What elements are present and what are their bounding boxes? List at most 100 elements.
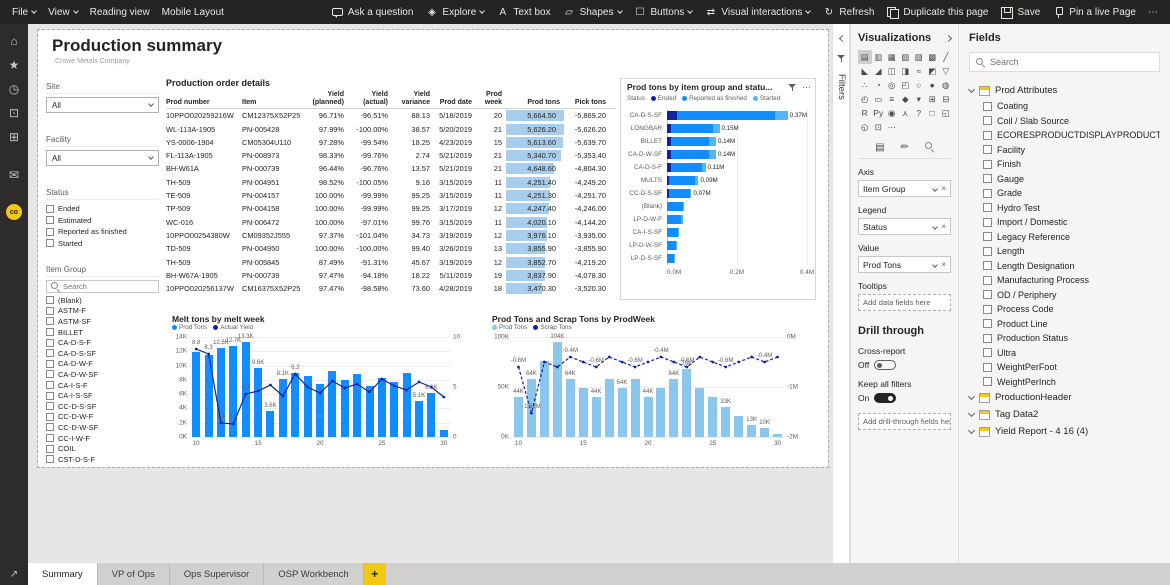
chevron-down-icon[interactable] (968, 392, 975, 399)
visual-type-arcgis-map[interactable]: ◵ (858, 120, 872, 134)
bar-segment-reported-as-finished[interactable] (677, 111, 775, 120)
field-item[interactable]: Coating (969, 99, 1160, 114)
bar-row[interactable] (667, 252, 807, 265)
checkbox[interactable] (46, 339, 54, 347)
column-header[interactable]: Prod number (166, 99, 242, 107)
field-item[interactable]: ECORESPRODUCTDISPLAYPRODUCTNUMB... (969, 128, 1160, 143)
checkbox[interactable] (983, 348, 992, 357)
checkbox[interactable] (983, 116, 992, 125)
production-order-table-visual[interactable]: Production order details Prod numberItem… (166, 78, 616, 300)
toolbar-save-button[interactable]: Save (994, 0, 1046, 24)
legend-field-pill[interactable]: Status × (858, 218, 951, 235)
field-item[interactable]: Manufacturing Process (969, 273, 1160, 288)
page-tab-vp-of-ops[interactable]: VP of Ops (98, 563, 170, 585)
bar-segment-started[interactable] (683, 202, 685, 211)
item-group-option[interactable]: BILLET (46, 327, 159, 338)
report-icon[interactable]: ⊡ (4, 106, 24, 120)
remove-field-icon[interactable]: × (941, 260, 946, 269)
table-row[interactable]: BH-W61APN-00073996.44%-96.76%13.575/21/2… (166, 162, 616, 175)
bar-segment-reported-as-finished[interactable] (667, 228, 678, 237)
visual-type-filled-map[interactable]: ● (926, 78, 940, 92)
bar-segment-reported-as-finished[interactable] (671, 163, 703, 172)
checkbox[interactable] (46, 370, 54, 378)
bar-row[interactable]: 0.07M (667, 187, 807, 200)
checkbox[interactable] (983, 218, 992, 227)
legend-item[interactable]: Scrap Tons (533, 324, 571, 331)
visual-type-shape-map[interactable]: ◍ (939, 78, 953, 92)
site-slicer[interactable]: Site All (46, 80, 159, 113)
item-group-option[interactable]: ASTM-SF (46, 316, 159, 327)
bar-segment-reported-as-finished[interactable] (669, 189, 690, 198)
visual-type-power-apps[interactable]: ⊡ (872, 120, 886, 134)
value-field-pill[interactable]: Prod Tons × (858, 256, 951, 273)
checkbox[interactable] (983, 363, 992, 372)
visual-type-waterfall-chart[interactable]: ◩ (926, 64, 940, 78)
field-item[interactable]: Finish (969, 157, 1160, 172)
table-row[interactable]: YS-0006-1904CM05304U11097.28%-99.54%18.2… (166, 136, 616, 149)
checkbox[interactable] (983, 189, 992, 198)
item-group-option[interactable]: ASTM-F (46, 306, 159, 317)
field-item[interactable]: Coil / Slab Source (969, 114, 1160, 129)
bar-segment-reported-as-finished[interactable] (667, 202, 683, 211)
visual-type-area-chart[interactable]: ◣ (858, 64, 872, 78)
bar-segment-started[interactable] (702, 163, 706, 172)
facility-slicer[interactable]: Facility All (46, 133, 159, 166)
checkbox[interactable] (983, 160, 992, 169)
bar-row[interactable] (667, 239, 807, 252)
field-item[interactable]: Grade (969, 186, 1160, 201)
checkbox[interactable] (983, 232, 992, 241)
table-row[interactable]: TD-509PN-004950100.00%-100.00%99.403/26/… (166, 242, 616, 255)
table-row[interactable]: TH-509PN-00584587.49%-91.31%45.673/19/20… (166, 255, 616, 268)
visual-type-matrix[interactable]: ⊟ (939, 92, 953, 106)
table-row[interactable]: TP-509PN-004158100.00%-99.99%99.253/17/2… (166, 202, 616, 215)
menu-mobile-layout[interactable]: Mobile Layout (156, 0, 230, 24)
page-tab-summary[interactable]: Summary (28, 563, 98, 585)
bar-row[interactable] (667, 226, 807, 239)
table-row[interactable]: 10PPO020256137WCM16375X52P2597.47%-98.58… (166, 282, 616, 295)
item-group-option[interactable]: CA-D-S-SF (46, 348, 159, 359)
legend-item[interactable]: Reported as finished (682, 95, 747, 102)
chevron-down-icon[interactable] (968, 426, 975, 433)
column-header[interactable]: Item (242, 99, 302, 107)
report-page[interactable]: Production summary .Crowe Metals Company… (38, 30, 828, 467)
visual-type-clustered-column-chart[interactable]: ▧ (899, 50, 913, 64)
visual-type-100-stacked-bar-chart[interactable]: ▨ (912, 50, 926, 64)
bar-segment-reported-as-finished[interactable] (671, 150, 710, 159)
bar-row[interactable] (667, 200, 807, 213)
field-item[interactable]: Production Status (969, 331, 1160, 346)
checkbox[interactable] (46, 413, 54, 421)
table-row[interactable]: TE-509PN-004157100.00%-99.99%99.253/15/2… (166, 189, 616, 202)
column-header[interactable]: Prod week (476, 91, 506, 107)
filter-icon[interactable] (788, 83, 797, 92)
table-row[interactable]: FL-113A-1905PN-00897398.33%-99.76%2.745/… (166, 149, 616, 162)
bar-segment-started[interactable] (690, 189, 692, 198)
checkbox[interactable] (46, 434, 54, 442)
checkbox[interactable] (983, 131, 992, 140)
column-header[interactable]: Yield (planned) (302, 91, 348, 107)
visual-type-kpi[interactable]: ◆ (899, 92, 913, 106)
bar-row[interactable]: 0.09M (667, 174, 807, 187)
visual-type-smart-narrative[interactable]: □ (926, 106, 940, 120)
status-option[interactable]: Reported as finished (46, 226, 159, 238)
visual-type-stacked-bar-chart[interactable]: ▤ (858, 50, 872, 64)
favorites-icon[interactable]: ★ (4, 58, 24, 72)
table-row[interactable]: WC-016PN-006472100.00%-97.01%99.763/15/2… (166, 215, 616, 228)
status-option[interactable]: Ended (46, 203, 159, 215)
column-header[interactable]: Prod date (434, 99, 476, 107)
format-pane-icon[interactable]: ✏ (901, 142, 909, 154)
bar-row[interactable]: 0.15M (667, 122, 807, 135)
legend-item[interactable]: Prod Tons (492, 324, 527, 331)
chevron-down-icon[interactable] (932, 186, 938, 192)
item-group-option[interactable]: (Blank) (46, 295, 159, 306)
table-row[interactable]: 10PPO00254380WCM09352J55597.37%-101.04%3… (166, 229, 616, 242)
visual-type-stacked-area-chart[interactable]: ◢ (872, 64, 886, 78)
mail-icon[interactable]: ✉ (4, 168, 24, 182)
bar-segment-started[interactable] (775, 111, 788, 120)
field-item[interactable]: OD / Periphery (969, 288, 1160, 303)
item-group-option[interactable]: CST-D-S-F (46, 454, 159, 465)
bar-row[interactable] (667, 213, 807, 226)
checkbox[interactable] (46, 317, 54, 325)
report-canvas[interactable]: Production summary .Crowe Metals Company… (28, 24, 832, 563)
item-group-option[interactable]: COIL (46, 443, 159, 454)
user-avatar[interactable]: co (6, 204, 22, 220)
